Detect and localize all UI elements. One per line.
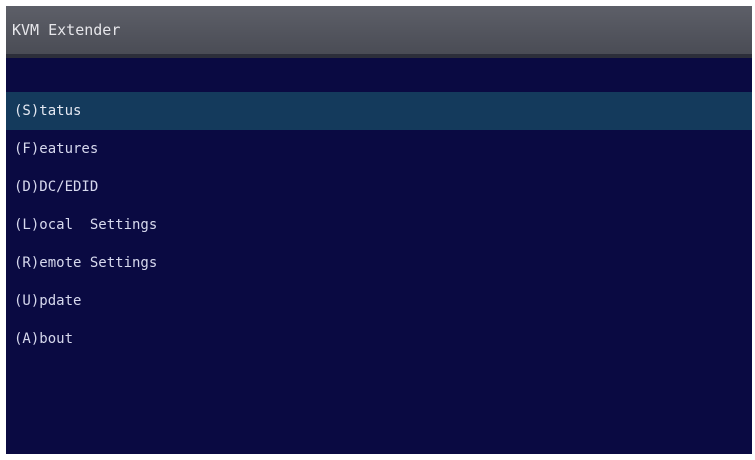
main-menu: (S)tatus (F)eatures (D)DC/EDID (L)ocal S… — [6, 92, 752, 358]
menu-item-ddc-edid[interactable]: (D)DC/EDID — [6, 168, 752, 206]
menu-item-local-settings[interactable]: (L)ocal Settings — [6, 206, 752, 244]
menu-item-features[interactable]: (F)eatures — [6, 130, 752, 168]
menu-item-update[interactable]: (U)pdate — [6, 282, 752, 320]
menu-item-remote-settings[interactable]: (R)emote Settings — [6, 244, 752, 282]
kvm-osd-screen: KVM Extender (S)tatus (F)eatures (D)DC/E… — [6, 6, 752, 454]
title-bar: KVM Extender — [6, 6, 752, 58]
window-title: KVM Extender — [12, 21, 121, 39]
menu-item-about[interactable]: (A)bout — [6, 320, 752, 358]
menu-item-status[interactable]: (S)tatus — [6, 92, 752, 130]
